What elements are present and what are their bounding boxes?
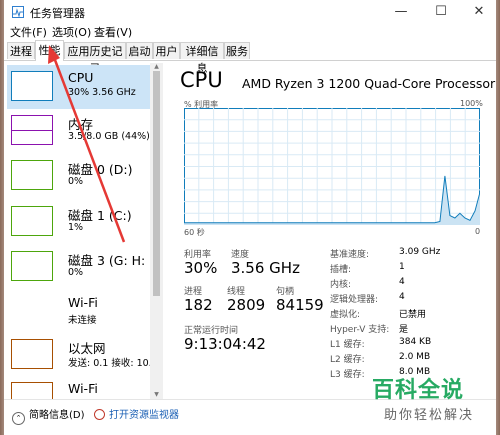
disk0-thumbnail-graph [11,160,53,190]
sidebar-item-subtitle: 0% [68,176,84,187]
graph-min-label: 0 [475,227,481,236]
graph-max-label: 100% [460,99,483,108]
sidebar-item-subtitle: 1% [68,222,84,233]
spec-value: 384 KB [399,337,432,347]
processes-value: 182 [184,296,213,314]
tab-performance[interactable]: 性能 [35,40,64,61]
sidebar-item-subtitle: 30% 3.56 GHz [68,87,136,98]
spec-value: 4 [399,277,405,287]
graph-time-label: 60 秒 [184,228,205,237]
disk3-thumbnail-graph [11,251,53,281]
wifi2-thumbnail-graph [11,382,53,399]
cpu-detail-panel: CPU AMD Ryzen 3 1200 Quad-Core Processor… [164,63,496,399]
spec-label: 内核: [330,280,352,290]
handles-value: 84159 [276,296,324,314]
sidebar-item-title: Wi-Fi [68,295,98,310]
task-manager-app-icon [12,6,24,18]
spec-value: 4 [399,292,405,302]
scroll-up-arrow-icon[interactable]: ▲ [150,63,163,71]
sidebar-item-title: Wi-Fi [68,381,98,396]
resource-monitor-icon [94,409,105,420]
menu-view[interactable]: 查看(V) [94,24,132,40]
spec-value: 2.0 MB [399,352,431,362]
spec-value: 已禁用 [399,310,427,320]
sidebar-item-subtitle: 3.5/8.0 GB (44%) [68,131,150,142]
tab-startup[interactable]: 启动 [126,42,153,59]
watermark-title: 百科全说 [372,378,465,403]
sidebar-item-disk-3[interactable]: 磁盘 3 (G: H: I: 0% [7,245,150,289]
sidebar-item-wifi-2[interactable]: Wi-Fi [7,376,150,399]
disk1-thumbnail-graph [11,206,53,236]
spec-label: 逻辑处理器: [330,295,379,305]
open-resource-monitor-label: 打开资源监视器 [109,410,179,421]
fewer-details-label: 简略信息(D) [29,410,85,421]
sidebar-item-wifi[interactable]: Wi-Fi 未连接 [7,290,150,334]
tab-users[interactable]: 用户 [153,42,180,59]
tab-bar: 进程 性能 应用历史记录 启动 用户 详细信息 服务 [4,40,496,75]
sidebar-item-subtitle: 发送: 0.1 接收: 10.3 [68,358,150,369]
spec-label: L3 缓存: [330,370,365,380]
sidebar-item-cpu[interactable]: CPU 30% 3.56 GHz [7,65,150,109]
close-button[interactable]: ✕ [460,0,496,24]
page-title: CPU [180,68,223,92]
spec-label: L2 缓存: [330,355,365,365]
spec-value: 1 [399,262,405,272]
sidebar-scrollbar[interactable]: ▲ ▼ [150,63,163,399]
close-icon: ✕ [473,4,485,19]
sidebar-item-memory[interactable]: 内存 3.5/8.0 GB (44%) [7,109,150,153]
sidebar-item-ethernet[interactable]: 以太网 发送: 0.1 接收: 10.3 [7,333,150,377]
tab-processes[interactable]: 进程 [7,42,35,59]
ethernet-thumbnail-graph [11,339,53,369]
title-bar: 任务管理器 — ☐ ✕ [4,0,496,24]
sidebar-item-subtitle: 未连接 [68,315,97,326]
fewer-details-button[interactable]: ⌃ 简略信息(D) [12,406,85,425]
spec-label: 插槽: [330,265,352,275]
task-manager-window: 任务管理器 — ☐ ✕ 文件(F) 选项(O) 查看(V) 进程 性能 应用历史… [4,0,496,435]
cpu-thumbnail-graph [11,71,53,101]
open-resource-monitor-link[interactable]: 打开资源监视器 [94,406,179,421]
menu-options[interactable]: 选项(O) [52,24,91,40]
watermark-subtitle: 助你轻松解决 [384,408,475,423]
watermark-logo: 百科全说 助你轻松解决 [372,372,490,432]
resource-sidebar: CPU 30% 3.56 GHz 内存 3.5/8.0 GB (44%) 磁盘 … [4,63,150,399]
wifi-thumbnail-placeholder [11,296,53,326]
chevron-up-icon: ⌃ [12,412,25,425]
spec-label: Hyper-V 支持: [330,325,390,335]
minimize-icon: — [394,4,408,19]
maximize-icon: ☐ [435,4,447,19]
scrollbar-thumb[interactable] [153,71,160,296]
tab-app-history[interactable]: 应用历史记录 [64,42,126,75]
spec-label: 基准速度: [330,250,370,260]
speed-value: 3.56 GHz [231,259,300,277]
threads-value: 2809 [227,296,266,314]
spec-value: 是 [399,325,409,335]
maximize-button[interactable]: ☐ [422,0,460,24]
uptime-value: 9:13:04:42 [184,335,266,353]
spec-label: 虚拟化: [330,310,361,320]
memory-thumbnail-graph [11,115,53,145]
menu-file[interactable]: 文件(F) [10,24,47,40]
window-title: 任务管理器 [30,7,85,20]
sidebar-item-title: CPU [68,70,94,85]
utilization-value: 30% [184,259,218,277]
processor-name: AMD Ryzen 3 1200 Quad-Core Processor [242,76,496,91]
spec-value: 3.09 GHz [399,247,441,257]
scroll-down-arrow-icon[interactable]: ▼ [150,391,163,399]
sidebar-item-disk-0[interactable]: 磁盘 0 (D:) 0% [7,154,150,198]
sidebar-item-subtitle: 0% [68,267,84,278]
tab-details[interactable]: 详细信息 [180,42,224,75]
tab-services[interactable]: 服务 [224,42,250,59]
cpu-utilization-graph [184,108,480,225]
spec-label: L1 缓存: [330,340,365,350]
sidebar-item-disk-1[interactable]: 磁盘 1 (C:) 1% [7,200,150,244]
minimize-button[interactable]: — [382,0,420,24]
